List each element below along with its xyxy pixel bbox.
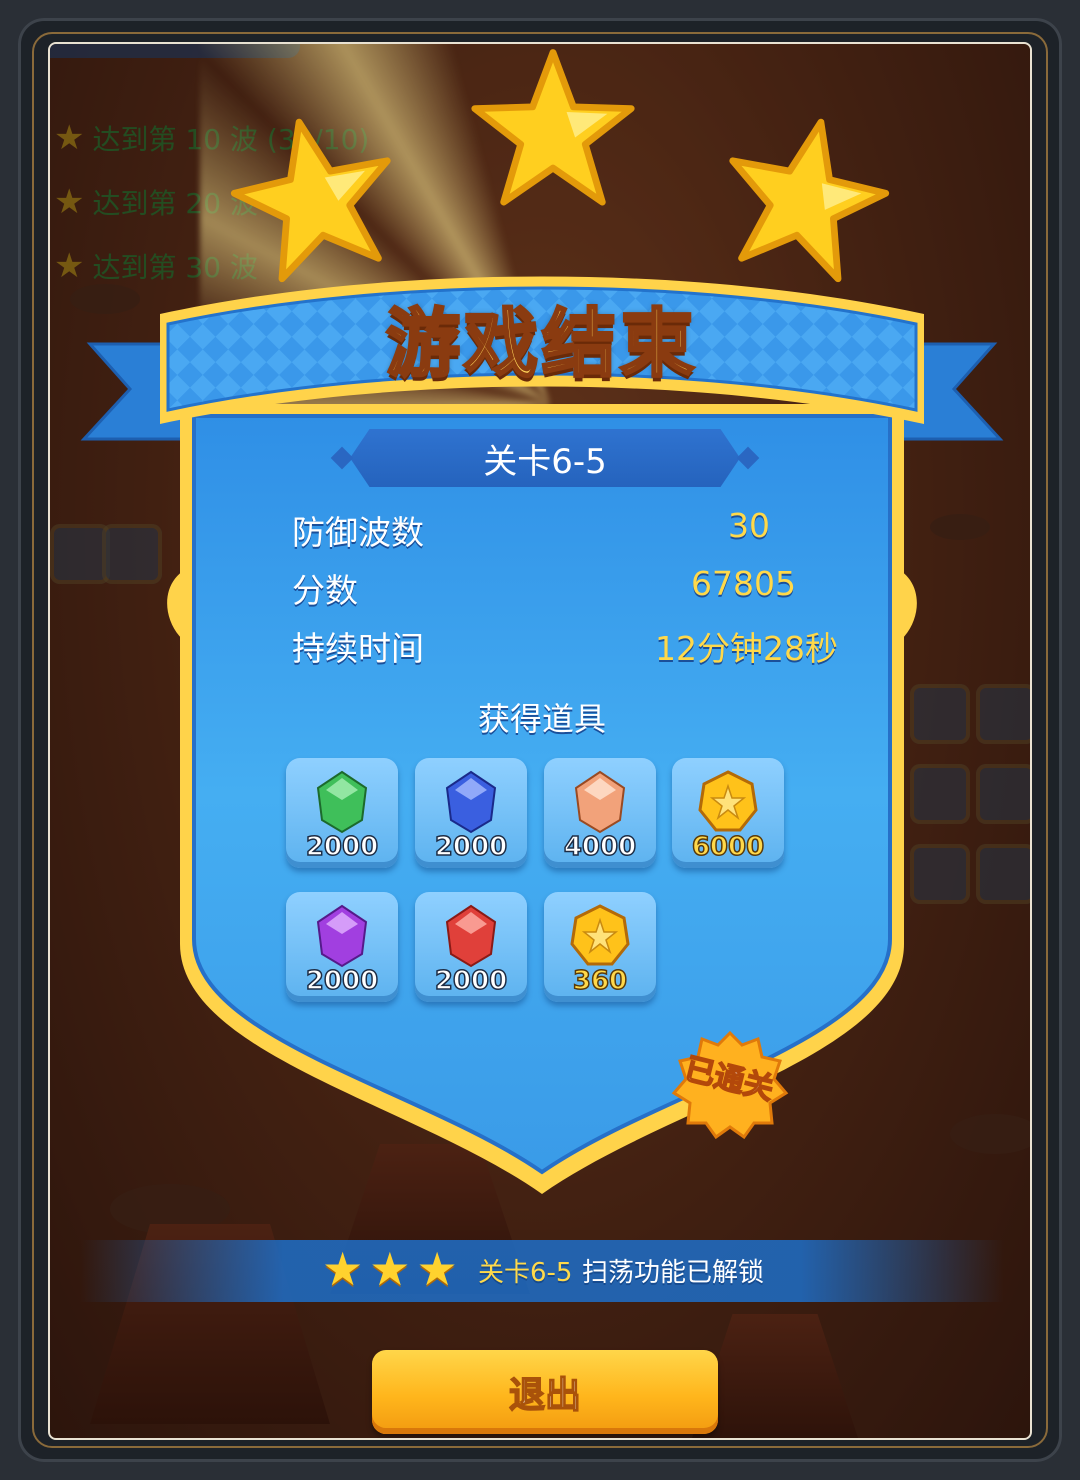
unlock-stars: ★ ★ ★ [322, 1244, 458, 1294]
unlock-message: 扫荡功能已解锁 [582, 1258, 765, 1288]
result-star-icon [214, 96, 416, 298]
star-icon: ★ [416, 1242, 458, 1296]
items-title: 获得道具 [477, 700, 606, 738]
stat-label-duration: 持续时间 [292, 629, 424, 668]
stat-value-waves: 30 [728, 506, 770, 545]
item-tile[interactable]: 2000 [415, 758, 527, 868]
item-tile[interactable]: 2000 [415, 892, 527, 1002]
game-scene: ★ 达到第 10 波 (30/10) ★ 达到第 20 波 ★ 达到第 30 波 [48, 42, 1032, 1440]
game-over-title: 游戏结束 [385, 300, 698, 389]
purple-gem-icon [316, 904, 368, 968]
item-tile[interactable]: 4000 [544, 758, 656, 868]
item-tile[interactable]: 360 [544, 892, 656, 1002]
level-label: 关卡6-5 [483, 441, 607, 482]
item-tile[interactable]: 2000 [286, 758, 398, 868]
item-count: 2000 [305, 831, 379, 863]
item-count: 360 [572, 965, 628, 997]
stat-label-score: 分数 [292, 571, 358, 610]
result-star-icon [704, 96, 906, 298]
item-tile[interactable]: 6000 [672, 758, 784, 868]
green-gem-icon [316, 770, 368, 834]
star-icon: ★ [322, 1242, 364, 1296]
stat-label-waves: 防御波数 [292, 513, 424, 552]
star-icon: ★ [369, 1242, 411, 1296]
item-count: 2000 [434, 831, 508, 863]
stat-value-score: 67805 [691, 564, 796, 603]
item-tile[interactable]: 2000 [286, 892, 398, 1002]
stat-value-duration: 12分钟28秒 [655, 629, 838, 668]
unlock-level: 关卡6-5 [478, 1258, 573, 1288]
blue-gem-icon [445, 770, 497, 834]
orange-gem-icon [574, 770, 626, 834]
result-star-icon [468, 44, 638, 214]
item-count: 6000 [691, 831, 765, 863]
red-gem-icon [445, 904, 497, 968]
item-count: 4000 [563, 831, 637, 863]
result-shield [80, 276, 1004, 1194]
item-count: 2000 [434, 965, 508, 997]
gold-coin-icon [698, 770, 758, 832]
exit-button[interactable]: 退出 [372, 1350, 718, 1434]
gold-coin-icon [570, 904, 630, 966]
item-count: 2000 [305, 965, 379, 997]
